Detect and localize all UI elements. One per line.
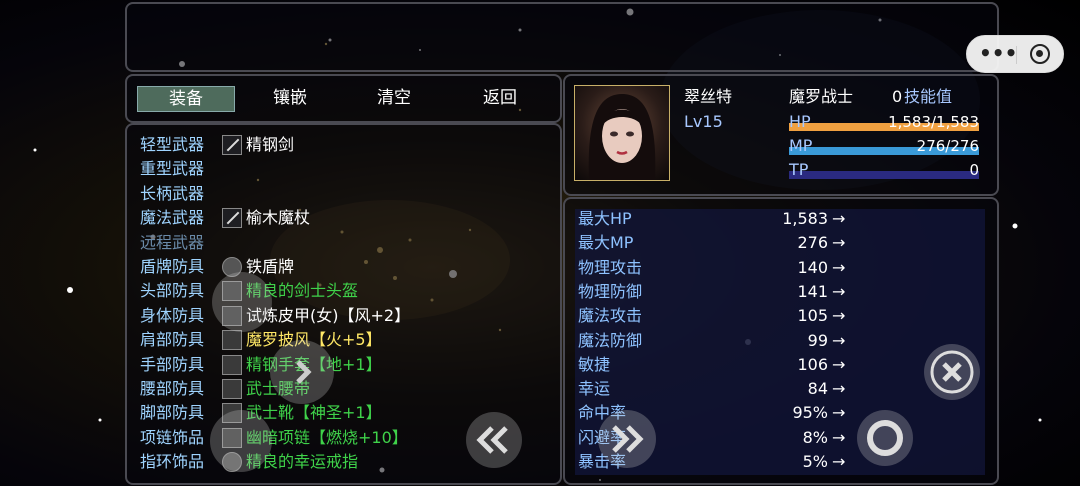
character-class: 魔罗战士 <box>789 87 854 106</box>
equip-slot-label[interactable]: 项链饰品 <box>140 426 204 450</box>
hp-label: HP <box>789 112 811 131</box>
stat-change-arrow: → <box>832 233 846 252</box>
tab-equip[interactable]: 装备 <box>137 86 235 112</box>
stat-change-arrow: → <box>832 355 846 374</box>
equip-slot-label[interactable]: 魔法武器 <box>140 206 204 230</box>
stat-change-arrow: → <box>832 258 846 277</box>
dpad-down-button[interactable] <box>210 410 272 472</box>
equip-slot-label[interactable]: 盾牌防具 <box>140 255 204 279</box>
equip-slot-label[interactable]: 重型武器 <box>140 157 204 181</box>
dpad-up-button[interactable] <box>212 272 272 332</box>
cloak-icon <box>222 330 242 350</box>
capsule-divider <box>1016 46 1017 64</box>
stat-value: 8% <box>802 428 828 447</box>
stat-change-arrow: → <box>832 403 846 422</box>
stat-name: 最大HP <box>578 209 632 228</box>
tp-label: TP <box>789 160 809 179</box>
stat-value: 99 <box>807 331 828 350</box>
double-chevron-right-icon <box>612 425 644 453</box>
stat-change-arrow: → <box>832 428 846 447</box>
stat-value: 84 <box>807 379 828 398</box>
stat-value: 276 <box>797 233 828 252</box>
confirm-button[interactable] <box>857 410 913 466</box>
stat-name: 最大MP <box>578 233 634 252</box>
stat-name: 敏捷 <box>578 355 611 374</box>
equip-slot-label[interactable]: 腰部防具 <box>140 377 204 401</box>
equip-slot-label[interactable]: 头部防具 <box>140 279 204 303</box>
mp-label: MP <box>789 136 813 155</box>
equip-slot-label[interactable]: 手部防具 <box>140 353 204 377</box>
cancel-button[interactable] <box>924 344 980 400</box>
stat-name: 物理攻击 <box>578 258 643 277</box>
character-portrait <box>574 85 670 181</box>
chevron-right-icon <box>296 360 312 384</box>
hp-value: 1,583/1,583 <box>888 113 979 131</box>
tp-bar-track <box>789 171 979 179</box>
tab-back[interactable]: 返回 <box>452 86 548 110</box>
stat-name: 幸运 <box>578 379 611 398</box>
sword-icon <box>222 135 242 155</box>
close-icon <box>930 350 974 394</box>
tp-bar <box>789 163 979 179</box>
skill-points-label: 技能值 <box>904 87 953 106</box>
gloves-icon <box>222 355 242 375</box>
staff-icon <box>222 208 242 228</box>
equip-item-name[interactable]: 榆木魔杖 <box>246 206 310 230</box>
tab-clear[interactable]: 清空 <box>346 86 442 110</box>
circle-icon <box>867 420 903 456</box>
dpad-right-button[interactable] <box>270 340 334 404</box>
top-message-panel <box>125 2 999 72</box>
stat-value: 106 <box>797 355 828 374</box>
character-level: Lv15 <box>684 112 723 131</box>
stat-value: 5% <box>802 452 828 471</box>
stat-value: 105 <box>797 306 828 325</box>
stat-name: 魔法攻击 <box>578 306 643 325</box>
more-menu-button[interactable]: ••• <box>979 42 1017 66</box>
tab-socket[interactable]: 镶嵌 <box>242 86 338 110</box>
stat-value: 141 <box>797 282 828 301</box>
portrait-face-icon <box>588 94 656 180</box>
stat-change-arrow: → <box>832 452 846 471</box>
mp-value: 276/276 <box>916 137 979 155</box>
equip-slot-label[interactable]: 远程武器 <box>140 231 204 255</box>
stat-change-arrow: → <box>832 306 846 325</box>
character-name: 翠丝特 <box>684 87 733 106</box>
equip-slot-label[interactable]: 长柄武器 <box>140 182 204 206</box>
stat-value: 1,583 <box>782 209 828 228</box>
equip-slot-label[interactable]: 指环饰品 <box>140 450 204 474</box>
equip-slot-label[interactable]: 脚部防具 <box>140 401 204 425</box>
equip-item-name[interactable]: 武士靴【神圣+1】 <box>246 401 382 425</box>
stat-change-arrow: → <box>832 331 846 350</box>
miniprogram-capsule: ••• <box>966 35 1064 73</box>
equip-slot-label[interactable]: 肩部防具 <box>140 328 204 352</box>
close-miniprogram-icon[interactable] <box>1030 44 1050 64</box>
stat-name: 物理防御 <box>578 282 643 301</box>
tp-value: 0 <box>969 161 979 179</box>
stat-name: 魔法防御 <box>578 331 643 350</box>
stat-change-arrow: → <box>832 209 846 228</box>
page-left-button[interactable] <box>466 412 522 468</box>
stat-change-arrow: → <box>832 379 846 398</box>
equip-slot-label[interactable]: 轻型武器 <box>140 133 204 157</box>
stat-value: 95% <box>792 403 828 422</box>
stat-value: 140 <box>797 258 828 277</box>
stat-change-arrow: → <box>832 282 846 301</box>
equip-item-name[interactable]: 精钢剑 <box>246 133 294 157</box>
belt-icon <box>222 379 242 399</box>
equip-slot-label[interactable]: 身体防具 <box>140 304 204 328</box>
double-chevron-left-icon <box>476 426 508 454</box>
skill-points-value: 0 <box>892 87 903 106</box>
page-right-button[interactable] <box>598 410 656 468</box>
